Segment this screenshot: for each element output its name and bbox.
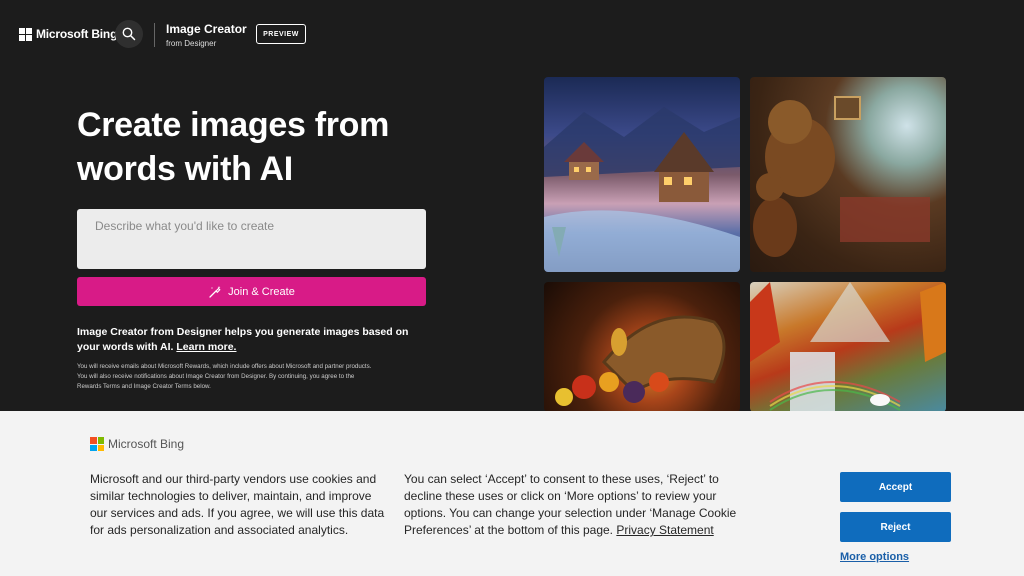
join-create-label: Join & Create [228, 285, 295, 298]
cornucopia-image [544, 282, 740, 412]
accept-button[interactable]: Accept [840, 472, 951, 502]
description-text: Image Creator from Designer helps you ge… [77, 326, 409, 353]
cookie-brand-name: Microsoft Bing [108, 437, 185, 451]
privacy-statement-link[interactable]: Privacy Statement [616, 523, 713, 537]
brand-name: Microsoft Bing [36, 27, 118, 41]
header-divider [154, 23, 155, 47]
waterfall-unicorn-image [750, 282, 946, 412]
fine-print: You will receive emails about Microsoft … [77, 363, 372, 390]
product-name[interactable]: Image Creator [166, 22, 247, 36]
cookie-text-right: You can select ‘Accept’ to consent to th… [404, 471, 744, 539]
bears-cave-image [750, 77, 946, 272]
windows-logo-icon [19, 27, 32, 41]
hero-title: Create images from words with AI [77, 106, 390, 188]
product-subtitle: from Designer [166, 39, 217, 48]
prompt-input[interactable] [77, 209, 426, 269]
winter-village-image [544, 77, 740, 272]
top-header: Microsoft Bing Image Creator from Design… [0, 0, 1024, 70]
learn-more-link[interactable]: Learn more. [176, 341, 236, 353]
hero-description: Image Creator from Designer helps you ge… [77, 325, 427, 355]
search-button[interactable] [115, 20, 143, 48]
preview-badge: PREVIEW [256, 24, 306, 44]
bears-cave-art [753, 96, 930, 257]
waterfall-unicorn-art [750, 282, 946, 412]
microsoft-logo-icon [90, 437, 104, 451]
join-create-button[interactable]: Join & Create [77, 277, 426, 306]
cookie-banner: Microsoft Bing Microsoft and our third-p… [0, 411, 1024, 576]
search-icon [122, 27, 136, 41]
reject-button[interactable]: Reject [840, 512, 951, 542]
cornucopia-art [555, 315, 726, 406]
magic-brush-icon [209, 285, 221, 298]
winter-village-art [544, 107, 740, 272]
cookie-brand-logo: Microsoft Bing [90, 437, 184, 451]
more-options-link[interactable]: More options [840, 551, 909, 563]
cookie-text-left: Microsoft and our third-party vendors us… [90, 472, 385, 537]
bing-logo[interactable]: Microsoft Bing [19, 27, 117, 41]
